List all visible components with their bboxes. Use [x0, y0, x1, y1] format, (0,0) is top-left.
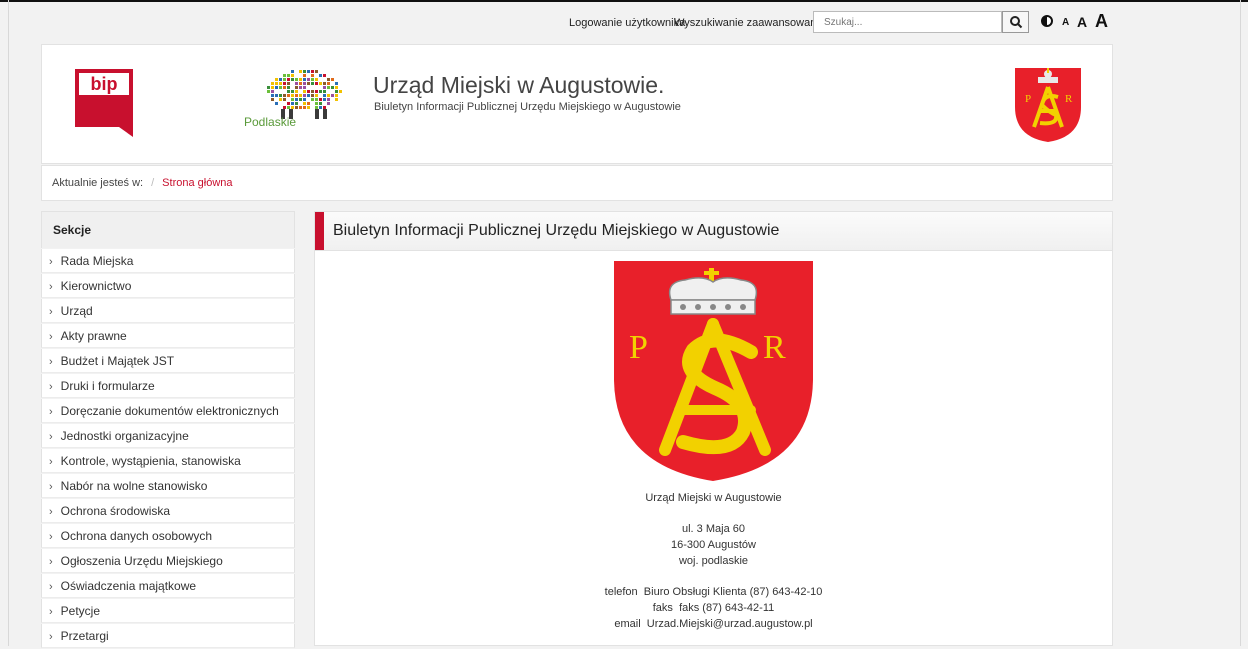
sidebar-item[interactable]: › Przetargi	[41, 624, 295, 648]
sidebar-item[interactable]: › Akty prawne	[41, 324, 295, 348]
bip-logo-text: bip	[91, 74, 118, 94]
fax-label: faks	[652, 602, 673, 614]
sidebar-heading: Sekcje	[41, 211, 295, 248]
font-size-medium-button[interactable]: A	[1077, 14, 1087, 30]
site-title: Urząd Miejski w Augustowie.	[373, 72, 665, 98]
sidebar-item[interactable]: › Kierownictwo	[41, 274, 295, 298]
sidebar-item-label: Urząd	[60, 304, 93, 318]
main-content: Biuletyn Informacji Publicznej Urzędu Mi…	[314, 211, 1113, 646]
page-title: Biuletyn Informacji Publicznej Urzędu Mi…	[333, 222, 780, 239]
chevron-right-icon: ›	[49, 556, 53, 568]
crest-letter-p: P	[629, 329, 648, 366]
chevron-right-icon: ›	[49, 356, 53, 368]
breadcrumb-label: Aktualnie jesteś w:	[52, 177, 144, 189]
sidebar-item-label: Doręczanie dokumentów elektronicznych	[60, 404, 279, 418]
chevron-right-icon: ›	[49, 581, 53, 593]
fax-line: faks faks (87) 643-42-11	[315, 602, 1112, 614]
city-crest-logo: P R	[1015, 68, 1081, 142]
search-box	[813, 11, 1029, 33]
search-input[interactable]	[813, 11, 1002, 33]
chevron-right-icon: ›	[49, 631, 53, 643]
chevron-right-icon: ›	[49, 306, 53, 318]
crest-letter-r: R	[1065, 93, 1073, 105]
chevron-right-icon: ›	[49, 531, 53, 543]
sidebar-item-label: Akty prawne	[60, 329, 127, 343]
sidebar-item[interactable]: › Ochrona danych osobowych	[41, 524, 295, 548]
chevron-right-icon: ›	[49, 331, 53, 343]
right-border	[1240, 0, 1241, 646]
site-subtitle: Biuletyn Informacji Publicznej Urzędu Mi…	[374, 101, 681, 113]
address-postal: 16-300 Augustów	[670, 539, 756, 551]
sidebar-item-label: Petycje	[60, 604, 101, 618]
podlaskie-logo[interactable]: Podlaskie	[243, 67, 343, 127]
search-icon	[1009, 16, 1022, 29]
sidebar-item-label: Ochrona danych osobowych	[60, 529, 213, 543]
sidebar-item[interactable]: › Rada Miejska	[41, 249, 295, 273]
address-province: woj. podlaskie	[678, 555, 749, 567]
sidebar-item-label: Kontrole, wystąpienia, stanowiska	[60, 454, 241, 468]
fax-value: faks (87) 643-42-11	[679, 602, 775, 614]
sidebar-item[interactable]: › Jednostki organizacyjne	[41, 424, 295, 448]
sidebar-item[interactable]: › Petycje	[41, 599, 295, 623]
sidebar-item[interactable]: › Ochrona środowiska	[41, 499, 295, 523]
sidebar: Sekcje › Rada Miejska › Kierownictwo › Urząd ›…	[41, 211, 295, 648]
sidebar-item-label: Przetargi	[60, 629, 109, 643]
chevron-right-icon: ›	[49, 406, 53, 418]
sidebar-item[interactable]: › Urząd	[41, 299, 295, 323]
chevron-right-icon: ›	[49, 481, 53, 493]
sidebar-item-label: Ochrona środowiska	[60, 504, 171, 518]
crest-letter-r: R	[763, 329, 786, 366]
sidebar-item-label: Budżet i Majątek JST	[60, 354, 175, 368]
advanced-search-link[interactable]: Wyszukiwanie zaawansowane	[674, 17, 822, 29]
bip-logo[interactable]: bip	[75, 69, 133, 137]
main-header-accent	[315, 212, 324, 250]
office-name: Urząd Miejski w Augustowie	[645, 492, 782, 504]
crest-letter-p: P	[1025, 93, 1031, 105]
email-line: email Urzad.Miejski@urzad.augustow.pl	[315, 618, 1112, 630]
sidebar-menu: › Rada Miejska › Kierownictwo › Urząd › Akty pr…	[41, 249, 295, 648]
login-link[interactable]: Logowanie użytkownika	[569, 17, 685, 29]
breadcrumb-separator: /	[151, 177, 155, 189]
sidebar-item-label: Jednostki organizacyjne	[60, 429, 189, 443]
main-header: Biuletyn Informacji Publicznej Urzędu Mi…	[315, 212, 1112, 251]
font-size-small-button[interactable]: A	[1062, 17, 1069, 28]
chevron-right-icon: ›	[49, 381, 53, 393]
search-button[interactable]	[1002, 11, 1029, 33]
breadcrumb-home-link[interactable]: Strona główna	[162, 177, 232, 189]
sidebar-item[interactable]: › Druki i formularze	[41, 374, 295, 398]
sidebar-item-label: Rada Miejska	[60, 254, 134, 268]
left-border	[8, 0, 9, 646]
top-bar: Logowanie użytkownika Wyszukiwanie zaawa…	[0, 0, 1248, 44]
sidebar-item[interactable]: › Nabór na wolne stanowisko	[41, 474, 295, 498]
site-header: bip Podlaskie Urząd Miejski w Augustowie…	[41, 44, 1113, 164]
podlaskie-logo-text: Podlaskie	[244, 115, 296, 127]
phone-line: telefon Biuro Obsługi Klienta (87) 643-4…	[315, 586, 1112, 598]
phone-label: telefon	[604, 586, 638, 598]
chevron-right-icon: ›	[49, 606, 53, 618]
chevron-right-icon: ›	[49, 281, 53, 293]
city-crest-image: P R	[614, 261, 813, 481]
breadcrumb: Aktualnie jesteś w: / Strona główna	[41, 165, 1113, 201]
sidebar-item-label: Druki i formularze	[60, 379, 155, 393]
podlaskie-bison-icon	[267, 70, 342, 119]
phone-value: Biuro Obsługi Klienta (87) 643-42-10	[643, 586, 823, 598]
sidebar-item[interactable]: › Oświadczenia majątkowe	[41, 574, 295, 598]
sidebar-item[interactable]: › Kontrole, wystąpienia, stanowiska	[41, 449, 295, 473]
sidebar-item-label: Kierownictwo	[60, 279, 132, 293]
chevron-right-icon: ›	[49, 456, 53, 468]
sidebar-item-label: Oświadczenia majątkowe	[60, 579, 197, 593]
font-size-large-button[interactable]: A	[1095, 11, 1108, 32]
email-label: email	[614, 618, 641, 630]
email-value[interactable]: Urzad.Miejski@urzad.augustow.pl	[647, 618, 813, 630]
chevron-right-icon: ›	[49, 256, 53, 268]
chevron-right-icon: ›	[49, 506, 53, 518]
sidebar-item-label: Ogłoszenia Urzędu Miejskiego	[60, 554, 223, 568]
contrast-toggle-icon[interactable]	[1041, 15, 1053, 27]
sidebar-item[interactable]: › Ogłoszenia Urzędu Miejskiego	[41, 549, 295, 573]
sidebar-item[interactable]: › Doręczanie dokumentów elektronicznych	[41, 399, 295, 423]
address-street: ul. 3 Maja 60	[682, 523, 745, 535]
chevron-right-icon: ›	[49, 431, 53, 443]
sidebar-item-label: Nabór na wolne stanowisko	[60, 479, 208, 493]
sidebar-item[interactable]: › Budżet i Majątek JST	[41, 349, 295, 373]
